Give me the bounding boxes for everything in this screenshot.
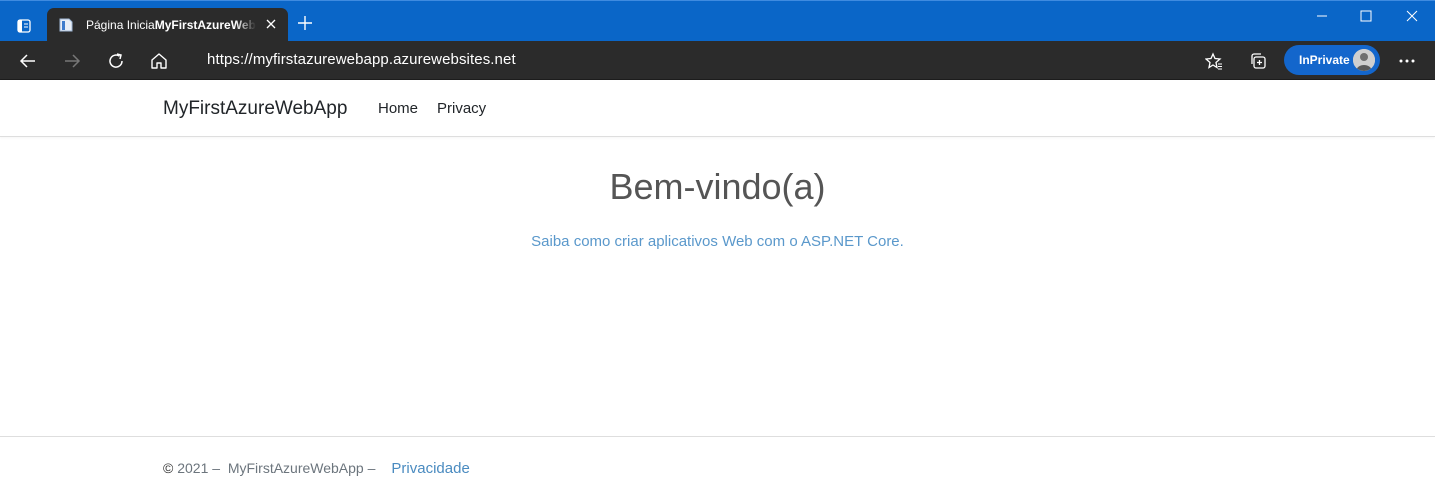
footer-text: © 2021 – MyFirstAzureWebApp – Privacidade	[163, 460, 470, 477]
tab-close-icon[interactable]	[264, 17, 278, 31]
favorites-icon[interactable]	[1203, 50, 1225, 72]
nav-link-privacy[interactable]: Privacy	[437, 100, 486, 117]
address-bar-url[interactable]: https://myfirstazurewebapp.azurewebsites…	[207, 51, 516, 68]
page-favicon-icon	[58, 17, 74, 33]
learn-aspnet-core-link[interactable]: Saiba como criar aplicativos Web com o A…	[531, 233, 904, 250]
close-window-icon[interactable]	[1402, 6, 1422, 26]
inprivate-label: InPrivate	[1299, 53, 1350, 67]
welcome-heading: Bem-vindo(a)	[609, 166, 826, 207]
refresh-icon[interactable]	[105, 50, 127, 72]
learn-paragraph: Saiba como criar aplicativos Web com o A…	[0, 233, 1435, 250]
maximize-icon[interactable]	[1356, 6, 1376, 26]
collections-icon[interactable]	[1247, 50, 1269, 72]
nav-link-home[interactable]: Home	[378, 100, 418, 117]
copyright-symbol: ©	[163, 460, 174, 476]
browser-title-bar: Página IniciaMyFirstAzureWebApp	[0, 0, 1435, 41]
browser-tab-active[interactable]: Página IniciaMyFirstAzureWebApp	[47, 8, 288, 41]
footer-privacy-link[interactable]: Privacidade	[391, 460, 469, 477]
minimize-icon[interactable]	[1312, 6, 1332, 26]
tab-title: Página IniciaMyFirstAzureWebApp	[86, 17, 256, 32]
back-icon[interactable]	[17, 50, 39, 72]
site-navbar: MyFirstAzureWebApp Home Privacy	[0, 80, 1435, 137]
inprivate-button[interactable]: InPrivate	[1284, 45, 1380, 75]
new-tab-icon[interactable]	[296, 14, 314, 32]
site-footer: © 2021 – MyFirstAzureWebApp – Privacidade	[0, 436, 1435, 497]
forward-icon[interactable]	[61, 50, 83, 72]
browser-toolbar: https://myfirstazurewebapp.azurewebsites…	[0, 41, 1435, 80]
more-options-icon[interactable]	[1396, 50, 1418, 72]
footer-app-name: MyFirstAzureWebApp –	[227, 460, 376, 476]
profile-avatar	[1353, 49, 1375, 71]
footer-year: 2021 –	[173, 460, 228, 476]
site-brand-link[interactable]: MyFirstAzureWebApp	[163, 98, 347, 120]
tab-actions-icon[interactable]	[10, 12, 38, 40]
home-icon[interactable]	[148, 50, 170, 72]
